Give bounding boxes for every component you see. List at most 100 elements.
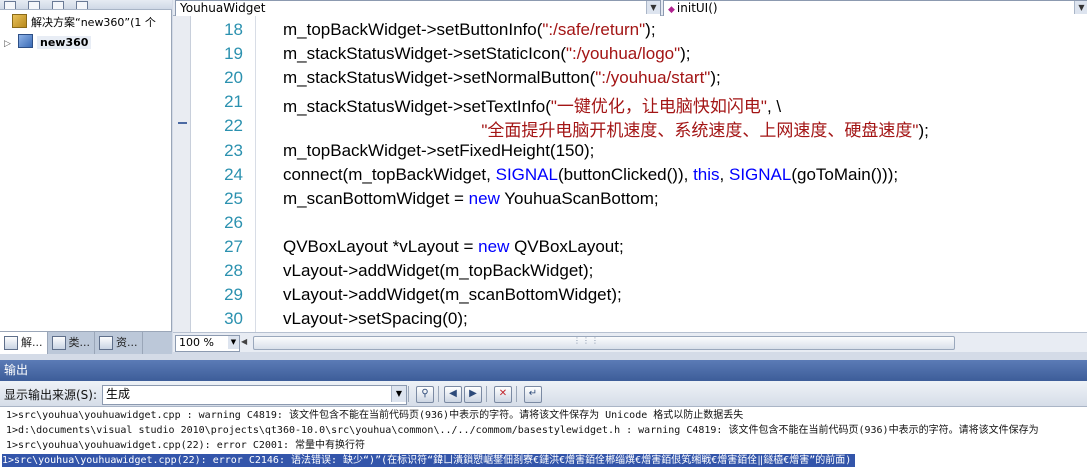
properties-icon[interactable]: [4, 1, 16, 9]
keyword-token: SIGNAL: [729, 164, 792, 184]
output-line: 1>src\youhua\youhuawidget.cpp : warning …: [6, 410, 744, 421]
code-token: m_topBackWidget->setFixedHeight(150);: [283, 140, 595, 160]
toolbar-separator: [408, 386, 409, 402]
next-message-icon[interactable]: ▶: [464, 386, 482, 403]
line-number: 23: [224, 140, 243, 160]
output-source-label: 显示输出来源(S):: [4, 388, 98, 402]
zoom-dropdown[interactable]: 100 % ▼: [175, 335, 240, 352]
code-token: );: [645, 20, 656, 39]
code-token: m_topBackWidget->setButtonInfo(: [283, 20, 543, 39]
show-all-files-icon[interactable]: [28, 1, 41, 9]
tab-class-view[interactable]: 类...: [48, 332, 95, 354]
code-line[interactable]: m_scanBottomWidget = new YouhuaScanBotto…: [283, 189, 659, 209]
output-source-select[interactable]: 生成 ▼: [102, 385, 407, 405]
chevron-down-icon[interactable]: ▼: [228, 336, 239, 349]
solution-root-item[interactable]: 解决方案“new360”(1 个: [0, 14, 170, 32]
toolbar-separator: [438, 386, 439, 402]
editor-navigation-bar: YouhuaWidget ▼ ◆ initUI() ▼: [173, 0, 1087, 17]
code-token: YouhuaScanBottom;: [499, 188, 659, 208]
word-wrap-icon[interactable]: ↵: [524, 386, 542, 403]
code-line[interactable]: QVBoxLayout *vLayout = new QVBoxLayout;: [283, 237, 624, 257]
project-icon: [18, 34, 33, 48]
code-token: vLayout->setSpacing(0);: [283, 309, 468, 329]
line-number: 18: [224, 20, 243, 39]
line-number: 24: [224, 164, 243, 184]
clear-all-icon[interactable]: ✕: [494, 386, 512, 403]
solution-panel-tabs: 解... 类... 资...: [0, 331, 172, 354]
line-number: 26: [224, 212, 243, 232]
editor-margin: [173, 16, 191, 332]
string-token: ":/youhua/logo": [565, 44, 681, 64]
solution-icon: [12, 14, 27, 28]
string-token: "全面提升电脑开机速度、系统速度、上网速度、硬盘速度": [481, 121, 919, 141]
code-line[interactable]: m_topBackWidget->setFixedHeight(150);: [283, 141, 594, 161]
string-token: ":/safe/return": [542, 20, 646, 39]
code-token: );: [680, 44, 691, 64]
refresh-icon[interactable]: [52, 1, 65, 9]
find-message-icon[interactable]: ⚲: [416, 386, 434, 403]
code-line[interactable]: connect(m_topBackWidget, SIGNAL(buttonCl…: [283, 165, 898, 185]
code-token: vLayout->addWidget(m_scanBottomWidget);: [283, 285, 622, 305]
member-dropdown[interactable]: ◆ initUI() ▼: [663, 0, 1087, 17]
line-number: 22: [224, 116, 243, 136]
code-token: m_scanBottomWidget =: [283, 188, 469, 208]
line-number: 28: [224, 261, 243, 280]
code-editor[interactable]: 18 m_topBackWidget->setButtonInfo(":/safe…: [173, 16, 1087, 332]
tab-label: 解...: [21, 336, 43, 349]
code-token: (goToMain()));: [791, 164, 899, 184]
code-line[interactable]: vLayout->addWidget(m_scanBottomWidget);: [283, 285, 622, 305]
code-token: vLayout->addWidget(m_topBackWidget);: [283, 261, 594, 280]
output-toolbar: 显示输出来源(S): 生成 ▼ ⚲ ◀ ▶ ✕ ↵: [0, 381, 1087, 407]
string-token: "一键优化，让电脑快如闪电": [550, 97, 767, 117]
chevron-down-icon[interactable]: ▼: [391, 386, 406, 402]
method-icon: ◆: [668, 5, 675, 15]
tab-label: 类...: [68, 336, 91, 349]
line-number: 25: [224, 188, 243, 208]
code-token: , \: [766, 97, 782, 117]
tab-resource-view[interactable]: 资...: [95, 332, 143, 354]
expand-arrow-icon[interactable]: ▷: [4, 35, 12, 52]
solution-explorer-toolbar: [0, 0, 172, 10]
toolbar-separator: [516, 386, 517, 402]
toolbar-separator: [486, 386, 487, 402]
code-line[interactable]: vLayout->setSpacing(0);: [283, 309, 468, 329]
code-line[interactable]: m_topBackWidget->setButtonInfo(":/safe/r…: [283, 20, 656, 40]
view-class-diagram-icon[interactable]: [76, 1, 89, 9]
code-line[interactable]: vLayout->addWidget(m_topBackWidget);: [283, 261, 593, 281]
code-token: QVBoxLayout *vLayout =: [283, 236, 479, 256]
resource-view-icon: [99, 336, 113, 350]
keyword-token: this: [693, 164, 720, 184]
output-panel-title: 输出: [0, 360, 1087, 381]
chevron-down-icon[interactable]: ▼: [1074, 1, 1087, 14]
line-number: 21: [224, 92, 243, 112]
output-line: 1>d:\documents\visual studio 2010\projec…: [6, 425, 1039, 436]
code-line[interactable]: m_stackStatusWidget->setStaticIcon(":/yo…: [283, 44, 691, 64]
code-token: );: [918, 121, 929, 141]
zoom-value: 100 %: [179, 336, 214, 349]
code-token: ,: [719, 164, 729, 184]
output-text-area[interactable]: 1>src\youhua\youhuawidget.cpp : warning …: [0, 407, 1087, 469]
code-token: );: [710, 68, 721, 88]
tab-label: 资...: [116, 336, 138, 349]
project-item[interactable]: ▷ new360: [0, 34, 170, 52]
horizontal-scrollbar-thumb[interactable]: [253, 336, 955, 350]
code-line[interactable]: m_stackStatusWidget->setTextInfo("一键优化，让…: [283, 92, 781, 117]
line-number: 20: [224, 68, 243, 88]
line-number: 19: [224, 44, 243, 64]
keyword-token: new: [478, 236, 510, 256]
line-number: 27: [224, 236, 243, 256]
line-number: 30: [224, 309, 243, 329]
class-dropdown-value: YouhuaWidget: [180, 1, 266, 15]
outline-collapse-marker[interactable]: [178, 122, 187, 124]
previous-message-icon[interactable]: ◀: [444, 386, 462, 403]
code-token: m_stackStatusWidget->setNormalButton(: [283, 68, 596, 88]
tab-solution-explorer[interactable]: 解...: [0, 332, 48, 354]
string-token: ":/youhua/start": [595, 68, 711, 88]
class-dropdown[interactable]: YouhuaWidget ▼: [175, 0, 661, 17]
code-line[interactable]: m_stackStatusWidget->setNormalButton(":/…: [283, 68, 721, 88]
chevron-down-icon[interactable]: ▼: [646, 1, 660, 14]
output-line-selected: 1>src\youhua\youhuawidget.cpp(22): error…: [2, 454, 856, 467]
scroll-left-icon[interactable]: ◀: [241, 337, 247, 346]
code-line[interactable]: "全面提升电脑开机速度、系统速度、上网速度、硬盘速度");: [283, 116, 929, 141]
